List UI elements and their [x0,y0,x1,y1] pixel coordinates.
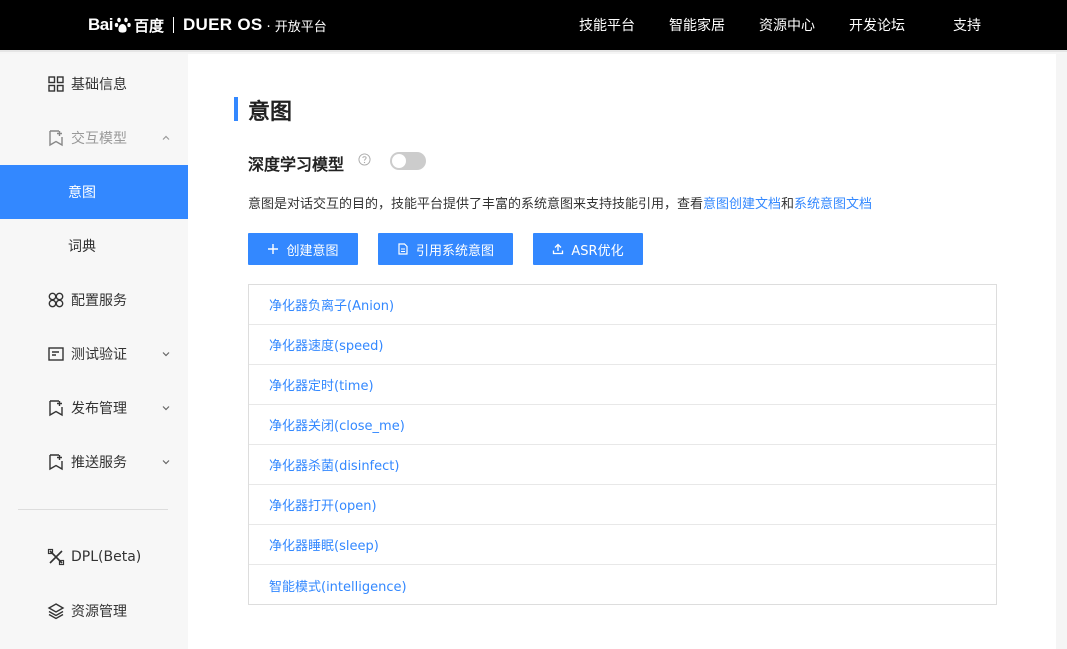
sidebar-item-dictionary[interactable]: 词典 [0,219,188,273]
right-gutter [1056,54,1067,649]
sidebar-item-label: DPL(Beta) [71,549,142,565]
top-bar: Bai 百度 DUER OS · 开放平台 技能平台 智能家居 资源中心 开发论… [0,0,1067,52]
intent-name[interactable]: 净化器速度(speed) [269,335,383,354]
sidebar-item-basic-info[interactable]: 基础信息 [0,57,188,111]
logo-separator [172,17,174,33]
layers-icon [47,603,65,620]
plus-icon [268,244,279,254]
asr-optimize-label: ASR优化 [571,243,624,259]
logo[interactable]: Bai 百度 DUER OS · 开放平台 [88,10,327,40]
logo-bai: Bai [88,15,113,34]
clover-icon [48,292,64,308]
nav-support[interactable]: 支持 [953,15,981,35]
sidebar-item-push-service[interactable]: 推送服务 [0,435,188,489]
intent-name[interactable]: 净化器定时(time) [269,375,374,394]
sidebar-item-label: 意图 [68,185,96,201]
chevron-down-icon [162,460,170,465]
bookmark-plus-icon [49,454,63,471]
deep-learning-toggle[interactable] [390,152,426,170]
chevron-down-icon [162,352,170,357]
logo-dueros: DUER OS [182,15,263,34]
bookmark-plus-icon [49,130,63,147]
tools-icon [47,548,65,566]
toggle-knob [392,154,406,168]
intent-name[interactable]: 智能模式(intelligence) [269,576,407,595]
list-item[interactable]: 净化器负离子(Anion) [249,285,996,325]
reference-system-intent-label: 引用系统意图 [415,243,494,259]
sidebar-item-label: 资源管理 [71,604,127,620]
list-item[interactable]: 智能模式(intelligence) [249,565,996,605]
asr-optimize-button[interactable]: ASR优化 [533,233,643,265]
intent-name[interactable]: 净化器杀菌(disinfect) [269,455,399,474]
intent-description: 意图是对话交互的目的，技能平台提供了丰富的系统意图来支持技能引用，查看意图创建文… [248,193,872,212]
sidebar-item-interaction-model[interactable]: 交互模型 [0,111,188,165]
list-item[interactable]: 净化器关闭(close_me) [249,405,996,445]
sidebar-divider [18,509,168,510]
help-icon[interactable] [358,153,371,166]
logo-platform: · 开放平台 [266,19,327,35]
create-intent-label: 创建意图 [286,243,339,259]
sidebar-item-intent[interactable]: 意图 [0,165,188,219]
nav-smart-home[interactable]: 智能家居 [669,15,725,35]
intent-name[interactable]: 净化器负离子(Anion) [269,295,394,314]
page-title: 意图 [248,100,293,125]
main-content: 意图 深度学习模型 意图是对话交互的目的，技能平台提供了丰富的系统意图来支持技能… [188,54,1056,649]
intent-name[interactable]: 净化器睡眠(sleep) [269,535,379,554]
section-title-deep-learning: 深度学习模型 [248,155,345,174]
reference-system-intent-button[interactable]: 引用系统意图 [378,233,513,265]
sidebar-item-label: 测试验证 [71,347,127,363]
sidebar-item-label: 推送服务 [71,455,127,471]
nav-dev-forum[interactable]: 开发论坛 [849,15,905,35]
desc-and: 和 [781,197,795,212]
list-item[interactable]: 净化器速度(speed) [249,325,996,365]
list-item[interactable]: 净化器睡眠(sleep) [249,525,996,565]
sidebar-item-config-service[interactable]: 配置服务 [0,273,188,327]
title-accent-bar [234,97,238,121]
sidebar-item-label: 发布管理 [71,401,127,417]
intent-list: 净化器负离子(Anion) 净化器速度(speed) 净化器定时(time) 净… [248,284,997,605]
sidebar-item-label: 配置服务 [71,293,127,309]
intent-name[interactable]: 净化器打开(open) [269,495,377,514]
chevron-down-icon [162,406,170,411]
bookmark-plus-icon [49,400,63,417]
sidebar-item-test-verify[interactable]: 测试验证 [0,327,188,381]
list-item[interactable]: 净化器定时(time) [249,365,996,405]
list-item[interactable]: 净化器杀菌(disinfect) [249,445,996,485]
grid-icon [48,76,64,92]
sidebar-item-label: 交互模型 [71,131,127,147]
sidebar: 基础信息 交互模型 意图 词典 配置服务 测试验证 发布管理 推送服务 DPL(… [0,54,188,649]
nav-skill-platform[interactable]: 技能平台 [579,15,635,35]
sidebar-item-label: 基础信息 [71,77,127,93]
nav-resource-center[interactable]: 资源中心 [759,15,815,35]
list-item[interactable]: 净化器打开(open) [249,485,996,525]
logo-du: 百度 [133,16,164,35]
sidebar-item-release-manage[interactable]: 发布管理 [0,381,188,435]
intent-create-doc-link[interactable]: 意图创建文档 [703,197,781,212]
create-intent-button[interactable]: 创建意图 [248,233,358,265]
chevron-up-icon [162,135,170,140]
system-intent-doc-link[interactable]: 系统意图文档 [794,197,872,212]
sidebar-item-label: 词典 [68,239,96,255]
upload-icon [553,243,564,255]
checklist-icon [48,347,64,361]
intent-name[interactable]: 净化器关闭(close_me) [269,415,405,434]
desc-text: 意图是对话交互的目的，技能平台提供了丰富的系统意图来支持技能引用，查看 [248,197,704,212]
sidebar-item-resource-manage[interactable]: 资源管理 [0,584,188,638]
document-icon [398,243,408,255]
sidebar-item-dpl-beta[interactable]: DPL(Beta) [0,530,188,584]
paw-icon [114,16,132,34]
